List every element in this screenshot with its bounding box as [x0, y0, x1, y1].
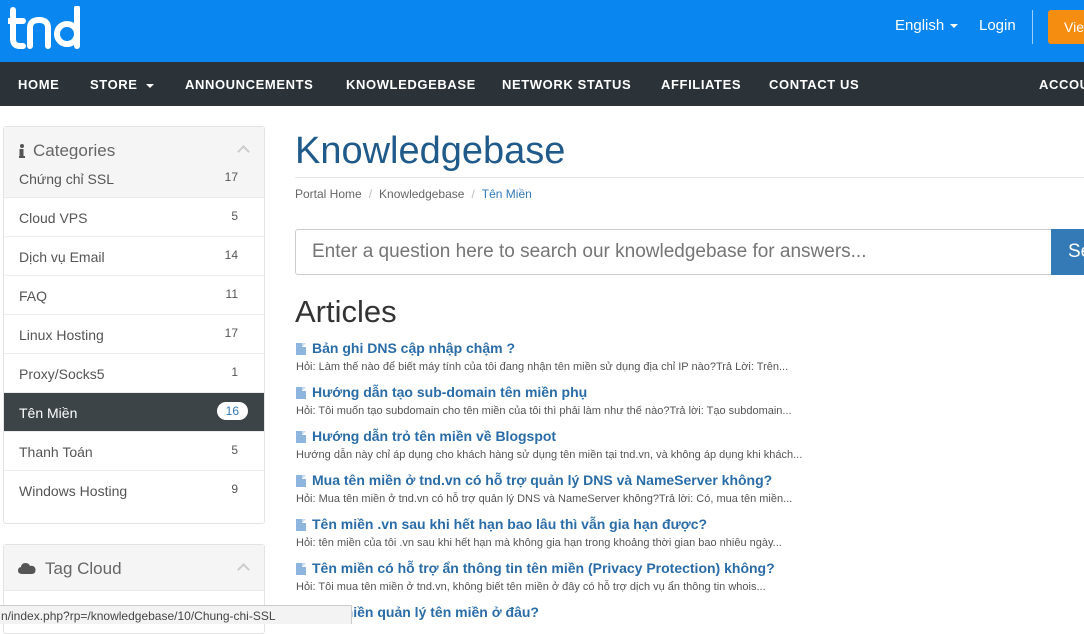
- document-icon: [296, 475, 306, 487]
- nav-account[interactable]: ACCOUNT: [1039, 77, 1084, 92]
- category-item[interactable]: Dịch vụ Email 14: [4, 237, 264, 276]
- document-icon: [296, 519, 306, 531]
- category-count: 1: [231, 365, 238, 379]
- category-item[interactable]: Cloud VPS 5: [4, 198, 264, 237]
- chevron-up-icon[interactable]: [237, 145, 250, 158]
- article-title-link[interactable]: Hướng dẫn trỏ tên miền về Blogspot: [312, 428, 556, 444]
- header-divider: [1032, 10, 1033, 44]
- categories-title: Categories: [33, 141, 116, 160]
- nav-announcements[interactable]: ANNOUNCEMENTS: [185, 77, 313, 92]
- article-excerpt: Hỏi: Tôi muốn tạo subdomain cho tên miền…: [296, 405, 792, 417]
- main-nav: HOME STORE ANNOUNCEMENTS KNOWLEDGEBASE N…: [0, 62, 1084, 106]
- category-list: Chứng chỉ SSL 17 Cloud VPS 5 Dịch vụ Email…: [4, 159, 264, 510]
- category-count: 11: [225, 287, 238, 301]
- category-count: 9: [231, 482, 238, 496]
- document-icon: [296, 387, 306, 399]
- language-label: English: [895, 17, 945, 34]
- nav-store[interactable]: STORE: [90, 77, 154, 92]
- category-item[interactable]: Thanh Toán 5: [4, 432, 264, 471]
- category-name: Dịch vụ Email: [19, 249, 105, 265]
- article-excerpt: Hỏi: Làm thế nào để biết máy tính của tô…: [296, 361, 789, 373]
- article-title-link[interactable]: Mua tên miền ở tnd.vn có hỗ trợ quản lý …: [312, 472, 772, 488]
- category-item[interactable]: Windows Hosting 9: [4, 471, 264, 510]
- chevron-up-icon[interactable]: [237, 563, 250, 576]
- category-name: FAQ: [19, 288, 48, 304]
- category-name: Chứng chỉ SSL: [19, 171, 114, 187]
- category-item[interactable]: Linux Hosting 17: [4, 315, 264, 354]
- tag-cloud-title: Tag Cloud: [45, 559, 122, 578]
- page-title: Knowledgebase: [295, 130, 566, 172]
- category-item-active[interactable]: Tên Miền 16: [4, 393, 264, 432]
- document-icon: [296, 563, 306, 575]
- nav-home[interactable]: HOME: [18, 77, 59, 92]
- language-dropdown[interactable]: English: [895, 17, 959, 34]
- view-cart-button[interactable]: View: [1048, 10, 1084, 44]
- article-title-link[interactable]: Hướng dẫn tạo sub-domain tên miền phụ: [312, 384, 587, 400]
- nav-store-label: STORE: [90, 77, 138, 92]
- articles-heading: Articles: [295, 294, 397, 329]
- info-icon: [19, 144, 25, 158]
- cloud-icon: [18, 563, 36, 574]
- top-header: English Login View: [0, 0, 1084, 62]
- category-name: Cloud VPS: [19, 210, 88, 226]
- nav-network-status[interactable]: NETWORK STATUS: [502, 77, 631, 92]
- category-count-badge: 16: [216, 402, 248, 420]
- breadcrumb-separator: /: [471, 187, 475, 201]
- category-count: 17: [224, 170, 238, 184]
- article-title-link[interactable]: Bản ghi DNS cập nhập chậm ?: [312, 340, 515, 356]
- article-title-link[interactable]: Tên miền .vn sau khi hết hạn bao lâu thì…: [312, 516, 707, 532]
- category-count: 14: [224, 248, 238, 262]
- breadcrumb-home[interactable]: Portal Home: [295, 187, 362, 201]
- category-item[interactable]: FAQ 11: [4, 276, 264, 315]
- nav-knowledgebase[interactable]: KNOWLEDGEBASE: [346, 77, 476, 92]
- nav-affiliates[interactable]: AFFILIATES: [661, 77, 741, 92]
- category-count: 5: [231, 209, 238, 223]
- breadcrumb-knowledgebase[interactable]: Knowledgebase: [379, 187, 464, 201]
- document-icon: [296, 343, 306, 355]
- login-link[interactable]: Login: [979, 17, 1016, 34]
- search-button[interactable]: Search: [1051, 229, 1084, 275]
- category-name: Tên Miền: [19, 405, 78, 421]
- chevron-down-icon: [145, 83, 154, 88]
- article-excerpt: Hỏi: tên miền của tôi .vn sau khi hết hạ…: [296, 537, 782, 549]
- tag-cloud-panel-header[interactable]: Tag Cloud: [4, 545, 264, 591]
- breadcrumb-separator: /: [368, 187, 373, 201]
- article-excerpt: Hỏi: Mua tên miền ở tnd.vn có hỗ trợ quả…: [296, 493, 793, 505]
- category-count: 17: [224, 326, 238, 340]
- category-item[interactable]: Proxy/Socks5 1: [4, 354, 264, 393]
- category-item[interactable]: Chứng chỉ SSL 17: [4, 159, 264, 198]
- document-icon: [296, 431, 306, 443]
- knowledgebase-search-input[interactable]: [295, 229, 1055, 275]
- title-divider: [295, 177, 1084, 178]
- categories-panel: Categories Chứng chỉ SSL 17 Cloud VPS 5 Dị…: [3, 126, 265, 524]
- browser-status-bar: n/index.php?rp=/knowledgebase/10/Chung-c…: [0, 605, 352, 624]
- nav-contact-us[interactable]: CONTACT US: [769, 77, 859, 92]
- article-title-link[interactable]: Tên miền có hỗ trợ ẩn thông tin tên miền…: [312, 560, 775, 576]
- article-excerpt: Hướng dẫn này chỉ áp dụng cho khách hàng…: [296, 449, 803, 461]
- chevron-down-icon: [950, 24, 959, 29]
- category-name: Thanh Toán: [19, 444, 93, 460]
- breadcrumb: Portal Home / Knowledgebase / Tên Miền: [295, 187, 532, 201]
- article-excerpt: Hỏi: Tôi mua tên miền ở tnd.vn, không bi…: [296, 581, 766, 593]
- category-name: Windows Hosting: [19, 483, 128, 499]
- breadcrumb-current: Tên Miền: [481, 187, 532, 201]
- category-count: 5: [231, 443, 238, 457]
- category-name: Proxy/Socks5: [19, 366, 105, 382]
- category-name: Linux Hosting: [19, 327, 104, 343]
- tnd-logo[interactable]: [8, 6, 90, 50]
